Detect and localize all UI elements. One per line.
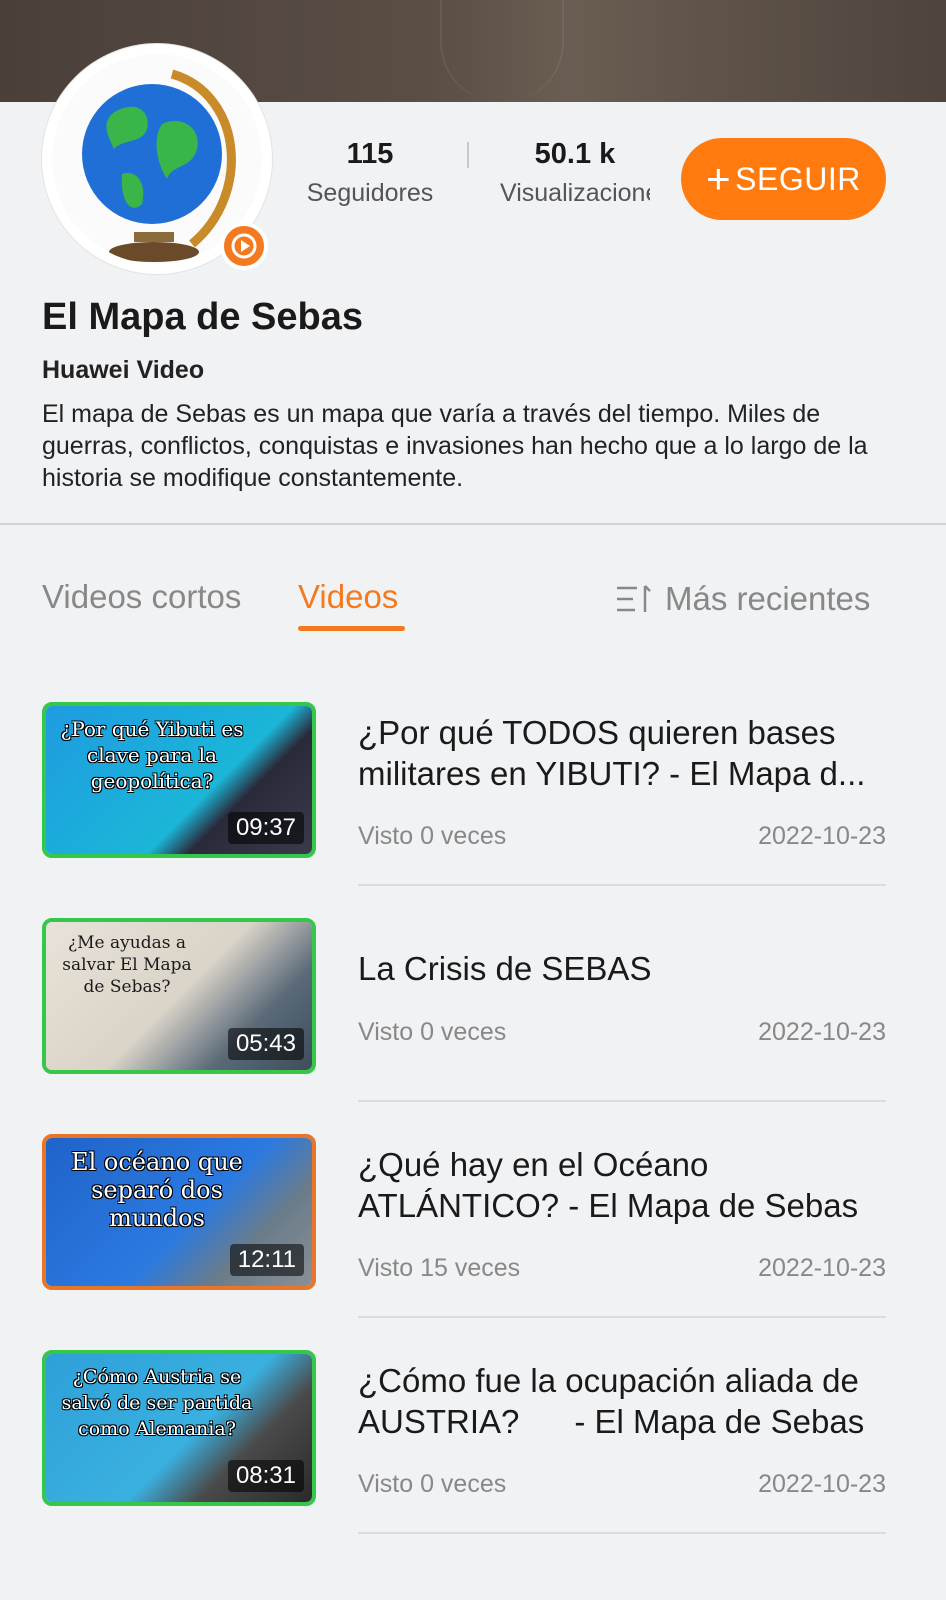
followers-label: Seguidores	[306, 179, 434, 207]
video-title[interactable]: La Crisis de SEBAS	[358, 948, 888, 989]
thumbnail-text: ¿Por qué Yibuti es clave para la geopolí…	[60, 717, 244, 793]
video-views: Visto 0 veces	[358, 822, 507, 850]
video-thumbnail[interactable]: ¿Por qué Yibuti es clave para la geopolí…	[42, 702, 316, 858]
active-tab-indicator	[298, 626, 405, 631]
video-date: 2022-10-23	[758, 1254, 886, 1282]
video-duration: 12:11	[229, 1244, 304, 1276]
views-stat: 50.1 k Visualizaciones	[500, 138, 650, 208]
channel-name: El Mapa de Sebas	[42, 296, 364, 338]
thumbnail-text: ¿Cómo Austria se salvó de ser partida co…	[61, 1366, 253, 1440]
video-thumbnail[interactable]: ¿Me ayudas a salvar El Mapa de Sebas? 05…	[42, 918, 316, 1074]
video-date: 2022-10-23	[758, 1470, 886, 1498]
video-duration: 09:37	[227, 812, 304, 844]
tab-short-videos[interactable]: Videos cortos	[42, 578, 241, 616]
thumbnail-text: ¿Me ayudas a salvar El Mapa de Sebas?	[62, 933, 192, 997]
tab-videos[interactable]: Videos	[298, 578, 398, 616]
channel-description: El mapa de Sebas es un mapa que varía a …	[42, 400, 868, 492]
video-date: 2022-10-23	[758, 822, 886, 850]
video-item[interactable]: El océano que separó dos mundos 12:11 ¿Q…	[0, 1134, 946, 1334]
follow-button-label: SEGUIR	[735, 160, 861, 197]
followers-count: 115	[346, 138, 394, 170]
video-thumbnail[interactable]: ¿Cómo Austria se salvó de ser partida co…	[42, 1350, 316, 1506]
video-title[interactable]: ¿Por qué TODOS quieren bases militares e…	[358, 712, 888, 794]
sort-icon	[617, 585, 651, 612]
video-views: Visto 0 veces	[358, 1470, 507, 1498]
thumbnail-text: El océano que separó dos mundos	[71, 1148, 243, 1232]
views-count: 50.1 k	[534, 138, 616, 170]
item-separator	[358, 1532, 886, 1534]
video-duration: 08:31	[227, 1460, 304, 1492]
section-divider	[0, 523, 946, 525]
plus-icon: +	[706, 155, 732, 202]
video-date: 2022-10-23	[758, 1018, 886, 1046]
item-separator	[358, 1316, 886, 1318]
item-separator	[358, 1100, 886, 1102]
video-views: Visto 0 veces	[358, 1018, 507, 1046]
video-item[interactable]: ¿Me ayudas a salvar El Mapa de Sebas? 05…	[0, 918, 946, 1118]
video-duration: 05:43	[227, 1028, 304, 1060]
video-title[interactable]: ¿Cómo fue la ocupación aliada de AUSTRIA…	[358, 1360, 888, 1442]
verified-badge-icon	[220, 222, 268, 270]
video-title[interactable]: ¿Qué hay en el Océano ATLÁNTICO? - El Ma…	[358, 1144, 888, 1226]
sort-label: Más recientes	[665, 580, 871, 617]
video-item[interactable]: ¿Cómo Austria se salvó de ser partida co…	[0, 1350, 946, 1550]
followers-stat: 115 Seguidores	[300, 138, 440, 208]
sort-dropdown[interactable]: Más recientes	[615, 580, 870, 618]
item-separator	[358, 884, 886, 886]
views-label: Visualizaciones	[500, 179, 650, 207]
platform-label: Huawei Video	[42, 356, 205, 384]
video-views: Visto 15 veces	[358, 1254, 521, 1282]
video-item[interactable]: ¿Por qué Yibuti es clave para la geopolí…	[0, 702, 946, 902]
video-thumbnail[interactable]: El océano que separó dos mundos 12:11	[42, 1134, 316, 1290]
follow-button[interactable]: + SEGUIR	[681, 138, 886, 220]
stat-divider	[467, 142, 469, 168]
